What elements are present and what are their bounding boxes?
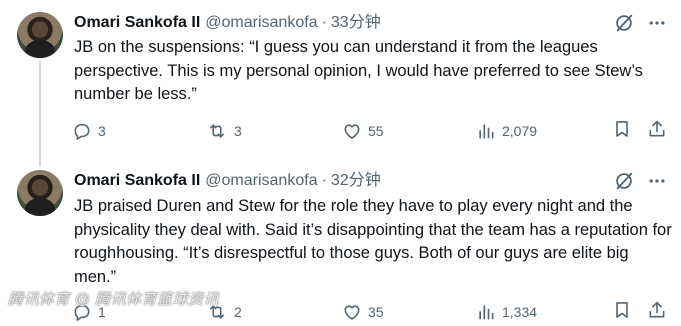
tweet-top-actions <box>613 12 667 34</box>
tweet-1[interactable]: Omari Sankofa II @omarisankofa · 33分钟 JB… <box>0 0 681 166</box>
views-count: 1,334 <box>502 304 538 320</box>
tweet-text: JB praised Duren and Stew for the role t… <box>74 197 672 286</box>
like-count: 35 <box>368 304 384 320</box>
bookmark-icon <box>612 119 632 139</box>
repost-count: 3 <box>234 123 242 139</box>
avatar[interactable] <box>17 12 63 58</box>
share-button[interactable] <box>647 300 667 320</box>
grok-icon[interactable] <box>613 12 635 34</box>
handle[interactable]: @omarisankofa <box>205 171 317 191</box>
views-icon <box>476 121 496 141</box>
share-button[interactable] <box>647 119 667 139</box>
repost-count: 2 <box>234 304 242 320</box>
reply-count: 3 <box>98 123 106 139</box>
bookmark-button[interactable] <box>612 300 632 320</box>
share-icon <box>647 119 667 139</box>
like-count: 55 <box>368 123 384 139</box>
views-count: 2,079 <box>502 123 538 139</box>
share-icon <box>647 300 667 320</box>
more-icon[interactable] <box>647 171 667 191</box>
display-name[interactable]: Omari Sankofa II <box>74 13 200 33</box>
separator-dot: · <box>321 14 327 31</box>
action-bar: 3 3 55 2,079 <box>72 119 672 143</box>
thread-line <box>39 62 41 166</box>
display-name[interactable]: Omari Sankofa II <box>74 171 200 191</box>
tweet-top-actions <box>613 170 667 192</box>
like-button[interactable]: 35 <box>342 300 384 324</box>
like-button[interactable]: 55 <box>342 119 384 143</box>
bookmark-icon <box>612 300 632 320</box>
watermark: 腾讯体育 @ 腾讯体育篮球资讯 <box>8 291 220 308</box>
reply-button[interactable]: 3 <box>72 119 106 143</box>
timestamp[interactable]: 33分钟 <box>331 13 381 33</box>
repost-button[interactable]: 3 <box>206 119 242 143</box>
handle[interactable]: @omarisankofa <box>205 13 317 33</box>
views-button[interactable]: 1,334 <box>476 300 537 324</box>
timestamp[interactable]: 32分钟 <box>331 171 381 191</box>
views-icon <box>476 302 496 322</box>
like-icon <box>342 121 362 141</box>
like-icon <box>342 302 362 322</box>
tweet-header: Omari Sankofa II @omarisankofa · 32分钟 <box>74 171 381 191</box>
views-button[interactable]: 2,079 <box>476 119 537 143</box>
avatar[interactable] <box>17 170 63 216</box>
tweet-header: Omari Sankofa II @omarisankofa · 33分钟 <box>74 13 381 33</box>
tweet-text: JB on the suspensions: “I guess you can … <box>74 38 643 103</box>
reply-icon <box>72 121 92 141</box>
more-icon[interactable] <box>647 13 667 33</box>
repost-icon <box>206 121 228 141</box>
grok-icon[interactable] <box>613 170 635 192</box>
separator-dot: · <box>321 172 327 189</box>
bookmark-button[interactable] <box>612 119 632 139</box>
